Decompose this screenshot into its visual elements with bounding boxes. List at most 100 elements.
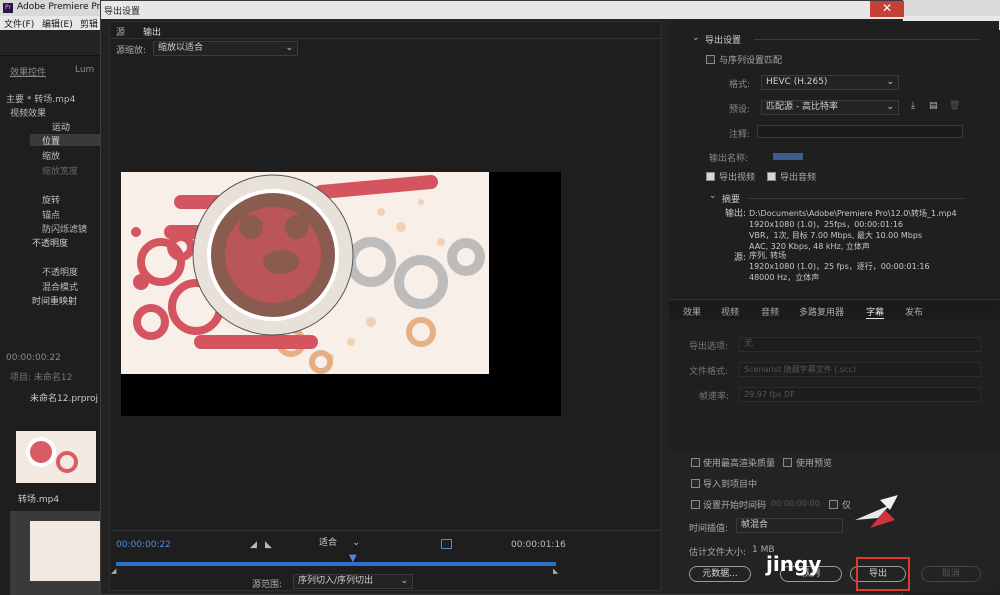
format-value: HEVC (H.265) xyxy=(766,77,828,87)
source-summary: 序列, 转场 1920x1080 (1.0)，25 fps，逐行，00:00:0… xyxy=(749,250,930,283)
effect-motion[interactable]: 运动 xyxy=(52,120,70,133)
chevron-down-icon: ⌄ xyxy=(886,77,894,87)
chevron-down-icon: ⌄ xyxy=(285,43,293,53)
effect-anchor[interactable]: 锚点 xyxy=(42,208,60,221)
comment-label: 注释: xyxy=(729,130,751,140)
export-option-dropdown[interactable]: 无 xyxy=(739,337,981,352)
bottom-options: 使用最高渲染质量 使用预览 导入到项目中 设置开始时间码 00:00:00:00… xyxy=(669,451,999,591)
output-name-link[interactable] xyxy=(773,153,803,160)
metadata-button[interactable]: 元数据... xyxy=(689,566,751,582)
max-render-checkbox[interactable] xyxy=(691,458,700,467)
tab-publish[interactable]: 发布 xyxy=(905,305,923,318)
delete-preset-icon[interactable]: 🗑 xyxy=(949,101,960,111)
mark-in-icon[interactable]: ◢ xyxy=(250,540,257,550)
timecode-readout: 00:00:00:22 xyxy=(6,353,61,363)
tab-multiplexer[interactable]: 多路复用器 xyxy=(799,305,844,318)
mark-out-icon[interactable]: ◣ xyxy=(265,540,272,550)
output-video-info: 1920x1080 (1.0)，25fps，00:00:01:16 xyxy=(749,220,904,229)
format-dropdown[interactable]: HEVC (H.265) ⌄ xyxy=(761,75,899,90)
effect-blend-mode[interactable]: 混合模式 xyxy=(42,280,78,293)
tab-captions[interactable]: 字幕 xyxy=(866,305,885,319)
import-project-checkbox[interactable] xyxy=(691,479,700,488)
use-preview-checkbox[interactable] xyxy=(783,458,792,467)
export-audio-checkbox[interactable] xyxy=(767,172,776,181)
effect-position[interactable]: 位置 xyxy=(30,134,100,147)
project-file-name: 未命名12.prproj xyxy=(30,394,98,404)
effect-opacity[interactable]: 不透明度 xyxy=(32,236,68,249)
tab-audio[interactable]: 音频 xyxy=(761,305,779,318)
tab-effects[interactable]: 效果 xyxy=(683,305,701,318)
output-summary: D:\Documents\Adobe\Premiere Pro\12.0\转场_… xyxy=(749,208,957,252)
export-option-value: 无 xyxy=(744,339,754,349)
source-scale-label: 源缩放: xyxy=(116,46,147,56)
import-preset-icon[interactable]: ▤ xyxy=(929,101,938,111)
fit-dropdown[interactable]: 适合 ⌄ xyxy=(315,537,360,552)
save-preset-icon[interactable]: ⤓ xyxy=(911,101,915,111)
current-timecode[interactable]: 00:00:00:22 xyxy=(116,540,171,550)
sequence-thumbnail-frame[interactable] xyxy=(10,511,100,595)
source-range-dropdown[interactable]: 序列切入/序列切出 ⌄ xyxy=(293,574,413,589)
export-video-label: 导出视频 xyxy=(719,173,756,183)
tab-video[interactable]: 视频 xyxy=(721,305,739,318)
frame-rate-label: 帧速率: xyxy=(699,392,730,402)
match-sequence-checkbox[interactable] xyxy=(706,55,715,64)
effect-antiflicker[interactable]: 防闪烁滤镜 xyxy=(42,222,87,235)
source-audio-info: 48000 Hz，立体声 xyxy=(749,273,820,282)
menu-clip[interactable]: 剪辑 xyxy=(80,17,98,30)
menu-edit[interactable]: 编辑(E) xyxy=(42,17,73,30)
tab-lumetri[interactable]: Lum xyxy=(75,65,94,75)
dialog-title: 导出设置 xyxy=(104,7,141,17)
range-start-handle-icon[interactable]: ◢ xyxy=(111,567,116,575)
timeline-scrubber[interactable] xyxy=(116,562,556,566)
range-end-handle-icon[interactable]: ◣ xyxy=(553,567,558,575)
effect-rotation[interactable]: 旋转 xyxy=(42,193,60,206)
crop-icon[interactable] xyxy=(441,539,452,549)
watermark-logo-icon xyxy=(855,495,898,528)
chevron-down-icon[interactable]: ⌄ xyxy=(709,191,717,201)
tab-source[interactable]: 源 xyxy=(116,25,125,38)
tab-effect-controls[interactable]: 效果控件 xyxy=(10,65,46,78)
effect-time-remap[interactable]: 时间重映射 xyxy=(32,294,77,307)
effect-scale-width[interactable]: 缩放宽度 xyxy=(42,164,78,177)
clip-thumbnail[interactable] xyxy=(16,431,96,483)
chevron-down-icon: ⌄ xyxy=(886,102,894,112)
format-label: 格式: xyxy=(729,80,751,90)
app-title: Adobe Premiere Pro xyxy=(17,2,106,12)
dialog-title-bar: 导出设置 ✕ xyxy=(101,1,904,19)
file-format-dropdown[interactable]: Scenarist 隐藏字幕文件 (.scc) xyxy=(739,362,981,377)
use-preview-label: 使用预览 xyxy=(796,459,833,469)
file-size-label: 估计文件大小: xyxy=(689,548,747,558)
only-checkbox[interactable] xyxy=(829,500,838,509)
start-timecode-label: 设置开始时间码 xyxy=(703,501,767,511)
playhead-icon[interactable]: ▼ xyxy=(349,553,357,564)
import-project-label: 导入到项目中 xyxy=(703,480,758,490)
export-option-label: 导出选项: xyxy=(689,342,729,352)
effect-scale[interactable]: 缩放 xyxy=(42,149,60,162)
preview-artwork xyxy=(121,172,489,374)
export-highlight-box xyxy=(856,557,910,591)
preset-dropdown[interactable]: 匹配源 - 高比特率 ⌄ xyxy=(761,100,899,115)
preview-pane: 源 输出 源缩放: 缩放以适合 ⌄ 00:00:00:22 ◢ ◣ 适合 ⌄ 0… xyxy=(109,21,661,591)
effect-opacity-value[interactable]: 不透明度 xyxy=(42,265,78,278)
max-render-label: 使用最高渲染质量 xyxy=(703,459,776,469)
comment-input[interactable] xyxy=(757,125,963,138)
chevron-down-icon: ⌄ xyxy=(352,538,360,548)
export-settings-pane: ⌄ 导出设置 与序列设置匹配 格式: HEVC (H.265) ⌄ 预设: 匹配源… xyxy=(669,21,999,451)
output-label: 输出: xyxy=(725,209,747,219)
preset-label: 预设: xyxy=(729,105,751,115)
interpolation-dropdown[interactable]: 帧混合 xyxy=(736,518,843,533)
frame-rate-dropdown[interactable]: 29.97 fps DF xyxy=(739,387,981,402)
source-scale-value: 缩放以适合 xyxy=(158,43,204,53)
chevron-down-icon[interactable]: ⌄ xyxy=(692,33,700,43)
cancel-button[interactable]: 取消 xyxy=(921,566,981,582)
start-timecode-checkbox[interactable] xyxy=(691,500,700,509)
export-settings-heading: 导出设置 xyxy=(705,36,742,46)
source-scale-dropdown[interactable]: 缩放以适合 ⌄ xyxy=(153,41,298,56)
tab-output[interactable]: 输出 xyxy=(143,25,162,39)
source-video-info: 1920x1080 (1.0)，25 fps，逐行，00:00:01:16 xyxy=(749,262,930,271)
export-video-checkbox[interactable] xyxy=(706,172,715,181)
match-sequence-label: 与序列设置匹配 xyxy=(719,56,783,66)
close-button[interactable]: ✕ xyxy=(870,1,904,17)
menu-file[interactable]: 文件(F) xyxy=(4,17,34,30)
start-timecode-value[interactable]: 00:00:00:00 xyxy=(771,499,820,508)
